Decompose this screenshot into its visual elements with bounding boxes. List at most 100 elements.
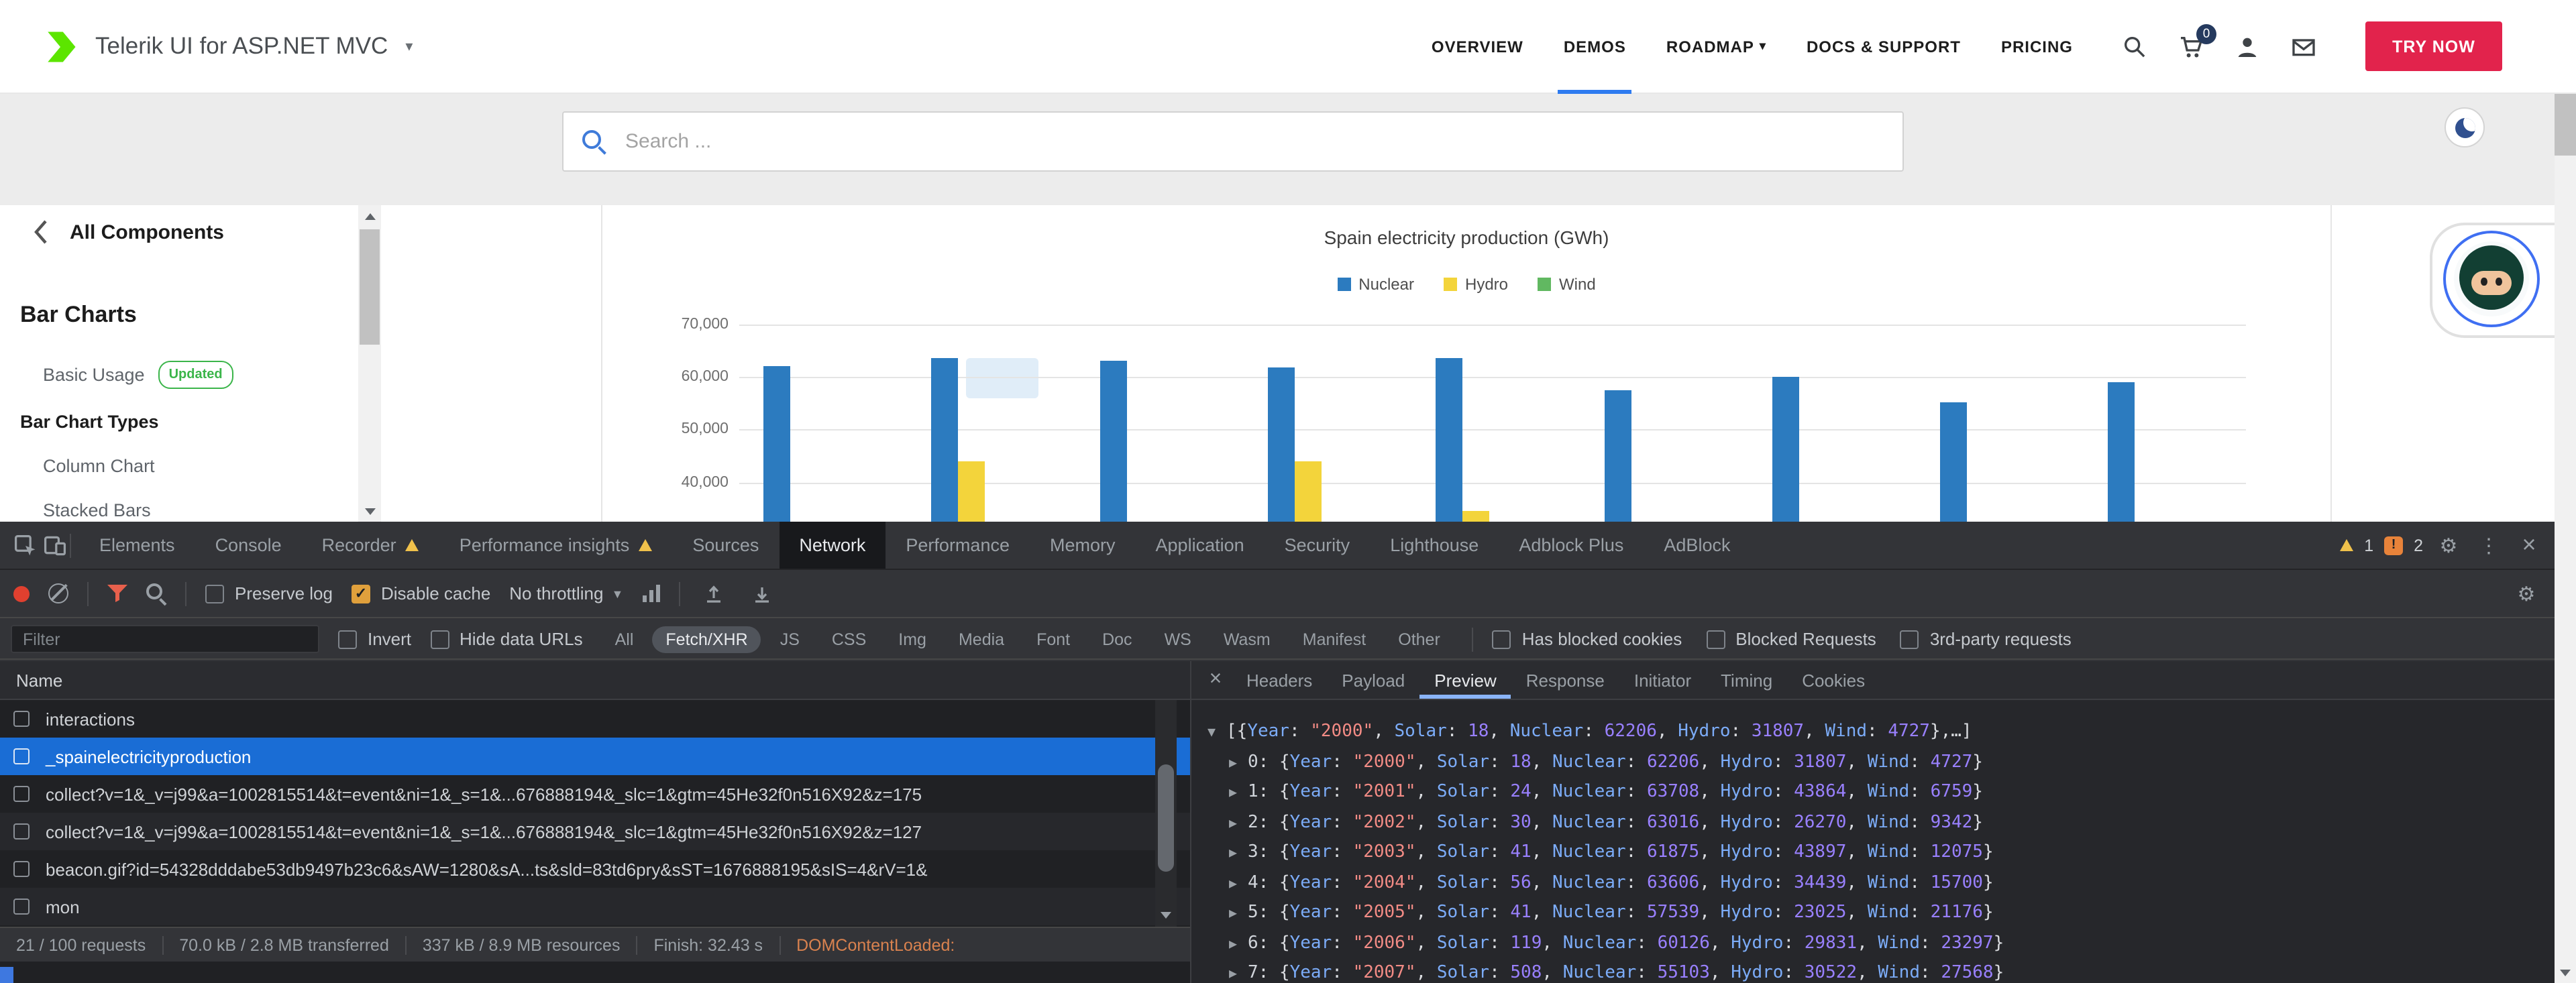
cart-icon[interactable]: 0 xyxy=(2178,33,2204,60)
page-scrollbar[interactable] xyxy=(2555,0,2576,983)
filter-type-manifest[interactable]: Manifest xyxy=(1289,626,1380,652)
detail-tab-preview[interactable]: Preview xyxy=(1419,661,1511,699)
devtools-tab-memory[interactable]: Memory xyxy=(1030,522,1136,569)
request-row[interactable]: interactions xyxy=(0,700,1190,738)
nav-item-docs-support[interactable]: DOCS & SUPPORT xyxy=(1807,0,1961,93)
hide-data-urls-checkbox[interactable]: Hide data URLs xyxy=(430,629,583,649)
request-row[interactable]: beacon.gif?id=54328dddabe53db9497b23c6&s… xyxy=(0,850,1190,888)
import-har-icon[interactable] xyxy=(698,576,728,611)
scrollbar-thumb[interactable] xyxy=(360,229,380,345)
sidebar-item-stacked-bars[interactable]: Stacked Bars xyxy=(0,488,349,522)
filter-input[interactable] xyxy=(11,625,319,653)
devtools-tab-network[interactable]: Network xyxy=(779,522,885,569)
devtools-tab-elements[interactable]: Elements xyxy=(79,522,195,569)
preview-row[interactable]: ▶3: {Year: "2003", Solar: 41, Nuclear: 6… xyxy=(1191,838,2555,868)
disable-cache-checkbox[interactable]: ✓ Disable cache xyxy=(352,583,490,603)
filter-type-css[interactable]: CSS xyxy=(818,626,879,652)
account-icon[interactable] xyxy=(2234,33,2261,60)
error-icon[interactable]: ! xyxy=(2384,536,2403,555)
sidebar-item-bar-chart-types[interactable]: Bar Chart Types xyxy=(0,400,349,444)
search-icon[interactable] xyxy=(2121,33,2148,60)
requests-scrollbar[interactable] xyxy=(1155,700,1177,927)
request-row[interactable]: collect?v=1&_v=j99&a=1002815514&t=event&… xyxy=(0,813,1190,850)
sidebar-scrollbar[interactable] xyxy=(358,205,381,522)
back-chevron-icon[interactable] xyxy=(32,219,48,245)
sidebar-item-basic-usage[interactable]: Basic UsageUpdated xyxy=(0,350,349,400)
filter-type-media[interactable]: Media xyxy=(945,626,1018,652)
request-row[interactable]: collect?v=1&_v=j99&a=1002815514&t=event&… xyxy=(0,775,1190,813)
request-row[interactable]: _spainelectricityproduction xyxy=(0,738,1190,775)
detail-tab-timing[interactable]: Timing xyxy=(1706,661,1787,699)
dark-mode-toggle[interactable] xyxy=(2445,107,2485,148)
kebab-menu-icon[interactable]: ⋮ xyxy=(2474,528,2504,563)
preserve-log-checkbox[interactable]: Preserve log xyxy=(205,583,333,603)
try-now-button[interactable]: TRY NOW xyxy=(2365,21,2502,71)
clear-icon[interactable] xyxy=(48,583,68,603)
preview-row[interactable]: ▶6: {Year: "2006", Solar: 119, Nuclear: … xyxy=(1191,929,2555,959)
nav-item-overview[interactable]: OVERVIEW xyxy=(1432,0,1523,93)
devtools-tab-adblock-plus[interactable]: Adblock Plus xyxy=(1499,522,1644,569)
preview-row[interactable]: ▶5: {Year: "2005", Solar: 41, Nuclear: 5… xyxy=(1191,899,2555,929)
request-row[interactable]: mon xyxy=(0,888,1190,925)
filter-has-blocked-cookies-checkbox[interactable]: Has blocked cookies xyxy=(1493,629,1682,649)
devtools-tab-sources[interactable]: Sources xyxy=(672,522,779,569)
contact-icon[interactable] xyxy=(2290,33,2317,60)
sidebar-item-column-chart[interactable]: Column Chart xyxy=(0,444,349,488)
devtools-tab-application[interactable]: Application xyxy=(1136,522,1265,569)
scroll-down-icon[interactable] xyxy=(2555,962,2576,983)
preview-row[interactable]: ▶1: {Year: "2001", Solar: 24, Nuclear: 6… xyxy=(1191,778,2555,808)
detail-tab-initiator[interactable]: Initiator xyxy=(1619,661,1706,699)
close-icon[interactable]: × xyxy=(1199,662,1232,697)
settings-gear-icon[interactable]: ⚙ xyxy=(2434,528,2463,563)
network-settings-gear-icon[interactable]: ⚙ xyxy=(2512,576,2541,611)
nav-item-roadmap[interactable]: ROADMAP▾ xyxy=(1666,0,1766,93)
inspect-icon[interactable] xyxy=(11,528,40,563)
detail-tab-headers[interactable]: Headers xyxy=(1232,661,1327,699)
devtools-tab-performance[interactable]: Performance xyxy=(885,522,1030,569)
throttling-dropdown[interactable]: No throttling ▼ xyxy=(509,583,623,603)
chat-widget[interactable] xyxy=(2430,223,2555,338)
nav-item-demos[interactable]: DEMOS xyxy=(1564,0,1626,93)
warning-icon[interactable] xyxy=(2340,539,2353,551)
scroll-down-icon[interactable] xyxy=(358,500,381,522)
filter-type-font[interactable]: Font xyxy=(1023,626,1083,652)
scroll-down-icon[interactable] xyxy=(1155,903,1177,927)
filter-type-doc[interactable]: Doc xyxy=(1089,626,1145,652)
record-icon[interactable] xyxy=(13,585,30,601)
column-header-name[interactable]: Name xyxy=(16,670,62,690)
brand[interactable]: Telerik UI for ASP.NET MVC ▾ xyxy=(40,26,413,66)
devtools-tab-performance-insights[interactable]: Performance insights xyxy=(439,522,673,569)
devtools-tab-adblock[interactable]: AdBlock xyxy=(1644,522,1750,569)
filter-type-fetch-xhr[interactable]: Fetch/XHR xyxy=(652,626,761,652)
filter-3rd-party-requests-checkbox[interactable]: 3rd-party requests xyxy=(1900,629,2072,649)
preview-row[interactable]: ▶0: {Year: "2000", Solar: 18, Nuclear: 6… xyxy=(1191,748,2555,778)
detail-tab-response[interactable]: Response xyxy=(1511,661,1619,699)
filter-blocked-requests-checkbox[interactable]: Blocked Requests xyxy=(1706,629,1876,649)
export-har-icon[interactable] xyxy=(747,576,776,611)
filter-type-img[interactable]: Img xyxy=(885,626,940,652)
scrollbar-thumb[interactable] xyxy=(1158,764,1174,872)
scroll-up-icon[interactable] xyxy=(358,205,381,227)
preview-root-line[interactable]: ▼[{Year: "2000", Solar: 18, Nuclear: 622… xyxy=(1191,717,2555,748)
filter-type-all[interactable]: All xyxy=(602,626,647,652)
search-box[interactable] xyxy=(562,111,1904,172)
detail-tab-cookies[interactable]: Cookies xyxy=(1787,661,1880,699)
filter-type-js[interactable]: JS xyxy=(767,626,813,652)
detail-tab-payload[interactable]: Payload xyxy=(1327,661,1419,699)
filter-type-wasm[interactable]: Wasm xyxy=(1210,626,1284,652)
devtools-tab-lighthouse[interactable]: Lighthouse xyxy=(1370,522,1499,569)
filter-type-ws[interactable]: WS xyxy=(1151,626,1205,652)
filter-type-other[interactable]: Other xyxy=(1385,626,1454,652)
devtools-tab-console[interactable]: Console xyxy=(195,522,302,569)
search-icon[interactable] xyxy=(146,583,166,603)
invert-checkbox[interactable]: Invert xyxy=(338,629,411,649)
preview-row[interactable]: ▶2: {Year: "2002", Solar: 30, Nuclear: 6… xyxy=(1191,808,2555,838)
nav-item-pricing[interactable]: PRICING xyxy=(2001,0,2073,93)
filter-icon[interactable] xyxy=(107,585,127,602)
requests-table-header[interactable]: Name xyxy=(0,661,1190,700)
search-input[interactable] xyxy=(623,129,1884,154)
preview-row[interactable]: ▶7: {Year: "2007", Solar: 508, Nuclear: … xyxy=(1191,959,2555,983)
network-conditions-icon[interactable] xyxy=(642,585,659,602)
devtools-tab-security[interactable]: Security xyxy=(1265,522,1371,569)
preview-row[interactable]: ▶4: {Year: "2004", Solar: 56, Nuclear: 6… xyxy=(1191,868,2555,899)
